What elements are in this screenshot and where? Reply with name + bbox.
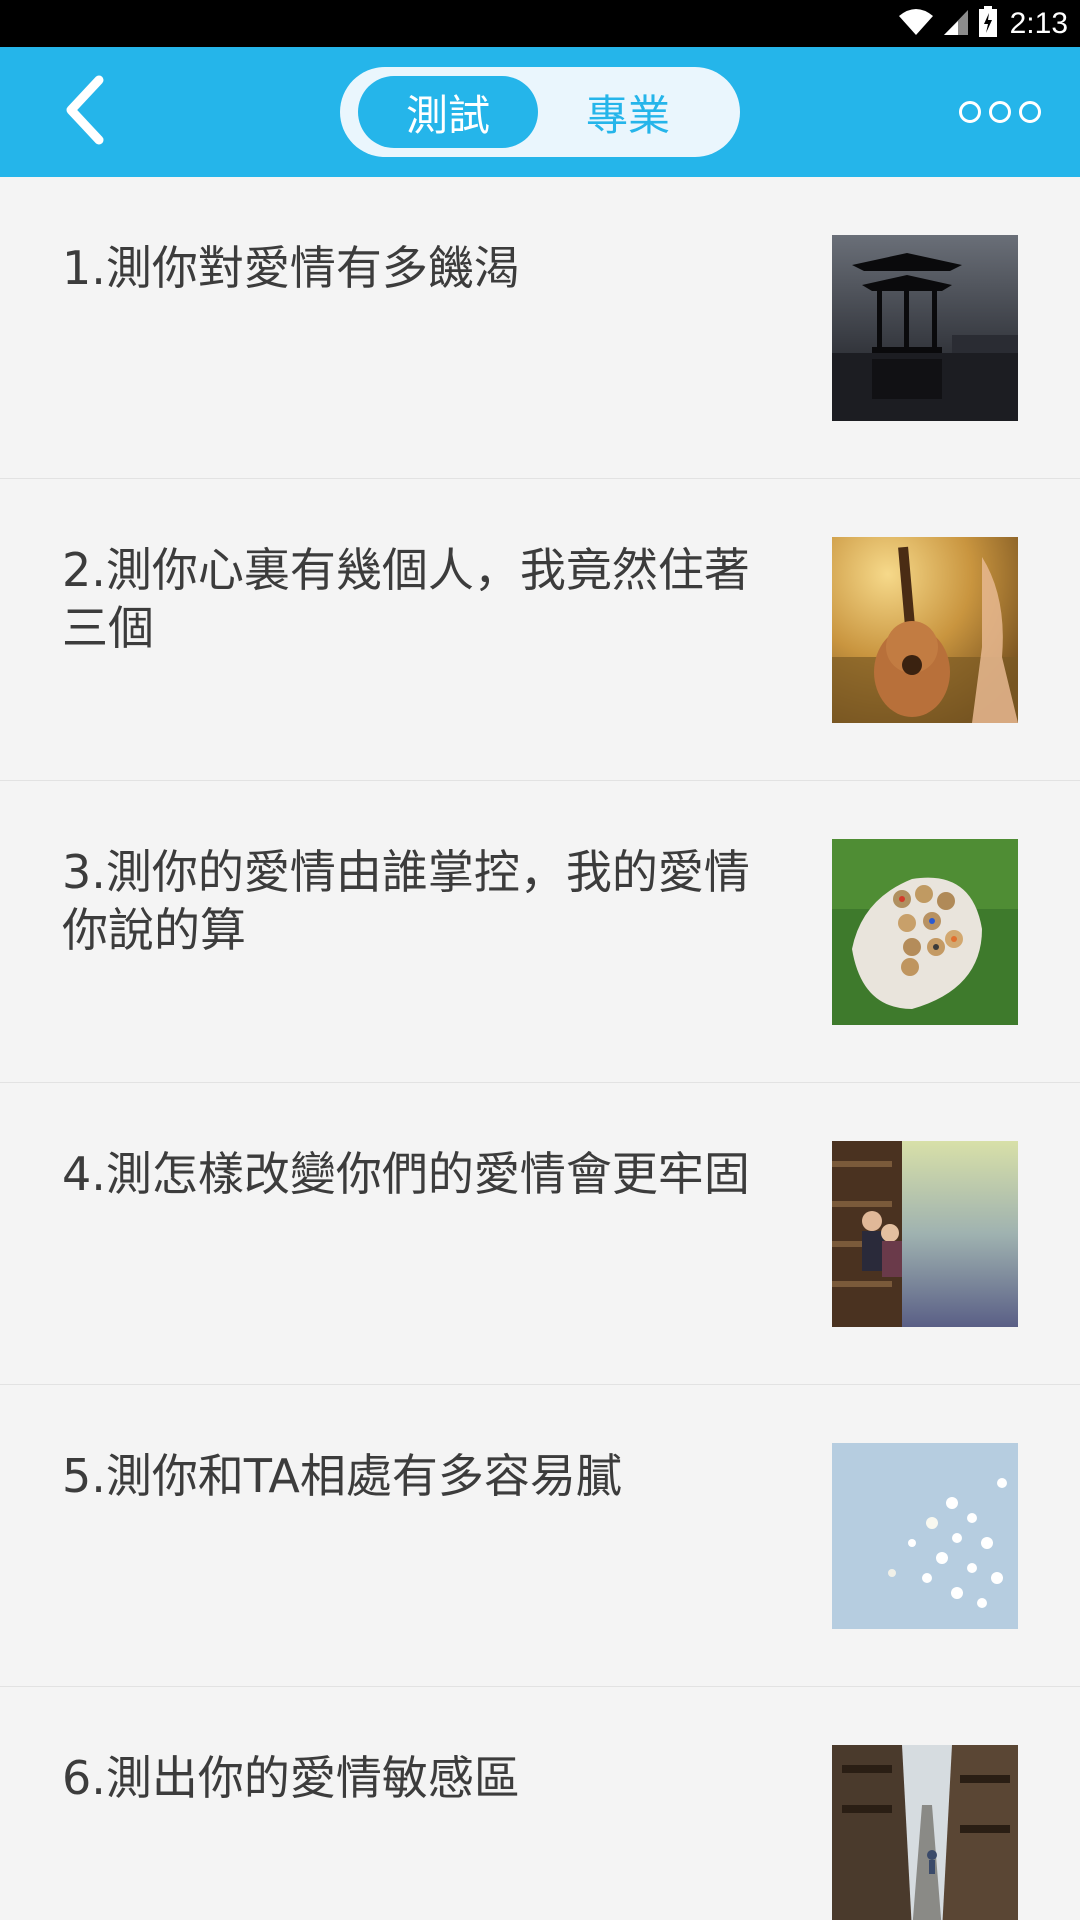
- status-bar: 2:13: [0, 0, 1080, 47]
- status-icons: 2:13: [898, 0, 1068, 47]
- back-button[interactable]: [40, 67, 130, 157]
- more-dot-icon: [989, 101, 1011, 123]
- more-dot-icon: [959, 101, 981, 123]
- list-item[interactable]: 3.測你的愛情由誰掌控，我的愛情你說的算: [0, 781, 1080, 1083]
- guitar-thumbnail: [832, 537, 1018, 723]
- signal-icon: [942, 8, 970, 40]
- flowers-thumbnail: [832, 1443, 1018, 1629]
- list-item[interactable]: 2.測你心裏有幾個人，我竟然住著三個: [0, 479, 1080, 781]
- list-item-title: 6.測出你的愛情敏感區: [62, 1751, 520, 1805]
- list-item[interactable]: 6.測出你的愛情敏感區: [0, 1687, 1080, 1920]
- tab-test[interactable]: 測試: [358, 76, 538, 148]
- pencils-thumbnail: [832, 839, 1018, 1025]
- wifi-icon: [898, 8, 934, 40]
- battery-icon: [978, 5, 998, 42]
- couple-thumbnail: [832, 1141, 1018, 1327]
- list-item-title: 5.測你和TA相處有多容易膩: [62, 1449, 622, 1503]
- list-item-title: 1.測你對愛情有多饑渴: [62, 241, 520, 295]
- street-thumbnail: [832, 1745, 1018, 1920]
- tab-professional[interactable]: 專業: [538, 76, 718, 148]
- more-options-button[interactable]: [940, 82, 1060, 142]
- segmented-tab-control: 測試 專業: [340, 67, 740, 157]
- app-bar: 測試 專業: [0, 47, 1080, 177]
- list-item[interactable]: 4.測怎樣改變你們的愛情會更牢固: [0, 1083, 1080, 1385]
- list-item-title: 4.測怎樣改變你們的愛情會更牢固: [62, 1147, 750, 1201]
- chevron-left-icon: [63, 74, 107, 150]
- list-item[interactable]: 1.測你對愛情有多饑渴: [0, 177, 1080, 479]
- list-item[interactable]: 5.測你和TA相處有多容易膩: [0, 1385, 1080, 1687]
- test-list: 1.測你對愛情有多饑渴 2.測你心裏有幾個人，我竟然住著三個 3.測你的愛情由誰…: [0, 177, 1080, 1920]
- more-dot-icon: [1019, 101, 1041, 123]
- pavilion-thumbnail: [832, 235, 1018, 421]
- list-item-title: 3.測你的愛情由誰掌控，我的愛情你說的算: [62, 845, 750, 957]
- status-time: 2:13: [1009, 6, 1068, 40]
- list-item-title: 2.測你心裏有幾個人，我竟然住著三個: [62, 543, 750, 655]
